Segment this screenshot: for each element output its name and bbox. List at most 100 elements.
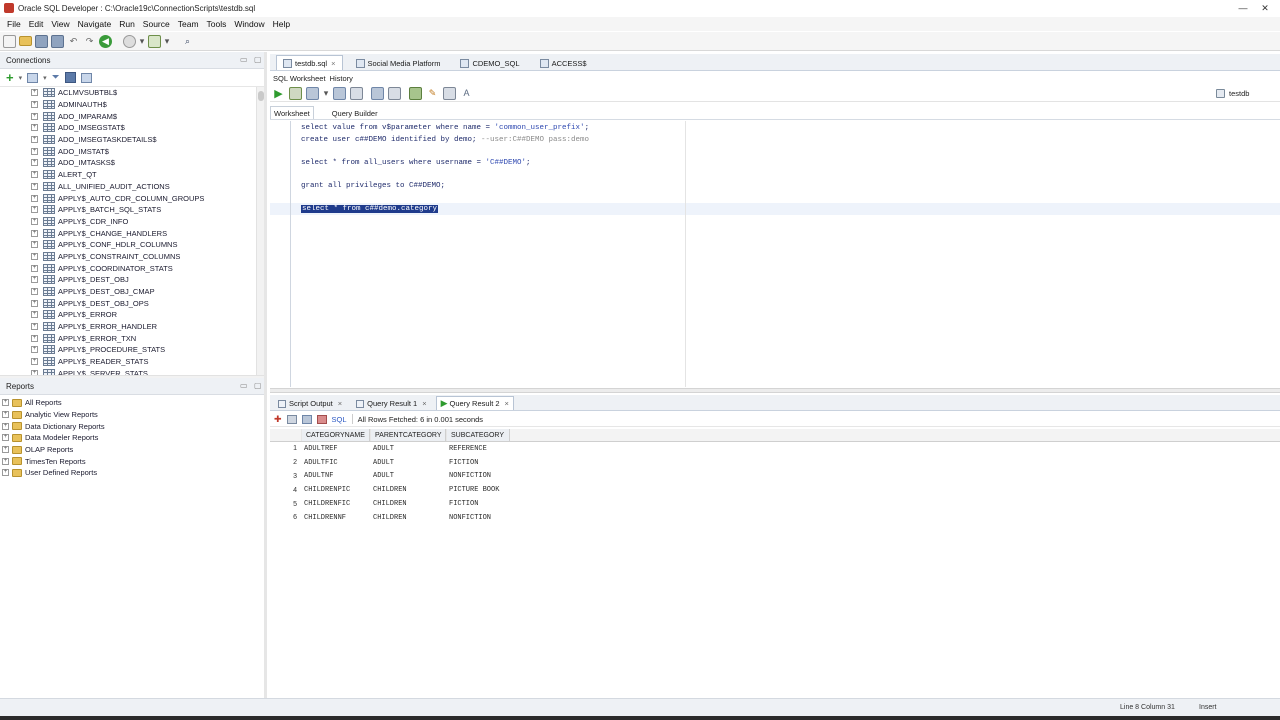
minimize-button[interactable]: — [1232,0,1254,16]
dropdown-arrow-icon[interactable]: ▾ [139,35,145,48]
menu-edit[interactable]: Edit [25,19,48,29]
binoculars-icon[interactable]: ⌕ [181,35,194,48]
tab-worksheet[interactable]: Worksheet [270,106,314,119]
close-tab-icon[interactable]: × [422,399,426,408]
tree-item[interactable]: + ALERT_QT [0,169,264,181]
tab-sql-worksheet[interactable]: SQL Worksheet [271,73,328,83]
undo-icon[interactable]: ↶ [67,35,80,48]
scroll-thumb[interactable] [258,91,264,101]
expand-icon[interactable]: + [31,311,38,319]
table-cell[interactable]: CHILDREN [369,500,445,508]
table-row[interactable]: 5 CHILDRENFIC CHILDREN FICTION [270,497,1280,511]
tree-item[interactable]: + APPLY$_DEST_OBJ_OPS [0,297,264,309]
column-header[interactable]: SUBCATEGORY [446,429,510,441]
table-row[interactable]: 3 ADULTNF ADULT NONFICTION [270,470,1280,484]
expand-icon[interactable]: + [31,147,38,155]
table-row[interactable]: 6 CHILDRENNF CHILDREN NONFICTION [270,511,1280,525]
add-connection-icon[interactable]: + [6,70,14,85]
expand-icon[interactable]: + [31,346,38,354]
tree-item[interactable]: + ALL_UNIFIED_AUDIT_ACTIONS [0,181,264,193]
filter-icon[interactable]: ⏷ [52,72,60,83]
minimize-pane-icon[interactable]: ▭ [240,381,248,390]
column-header[interactable]: CATEGORYNAME [301,429,370,441]
redo-icon[interactable]: ↷ [83,35,96,48]
print-icon[interactable] [286,414,297,424]
explain-plan-icon[interactable] [350,86,363,100]
dropdown-arrow-icon[interactable]: ▾ [323,87,329,100]
expand-icon[interactable]: + [2,469,9,477]
report-item[interactable]: + OLAP Reports [0,444,264,456]
table-cell[interactable]: NONFICTION [445,472,509,480]
format-icon[interactable]: A [460,87,473,100]
run-statement-icon[interactable]: ▶ [272,87,285,100]
refresh-icon[interactable] [301,414,312,424]
save-icon[interactable] [35,34,48,48]
report-item[interactable]: + All Reports [0,397,264,409]
close-tab-icon[interactable]: × [331,59,335,68]
tree-item[interactable]: + APPLY$_DEST_OBJ_CMAP [0,286,264,298]
table-cell[interactable]: NONFICTION [445,514,509,522]
history-icon[interactable] [443,86,456,100]
tab-access[interactable]: ACCESS$ [533,55,594,70]
expand-icon[interactable]: + [2,446,9,454]
tree-item[interactable]: + APPLY$_AUTO_CDR_COLUMN_GROUPS [0,192,264,204]
expand-icon[interactable]: + [2,422,9,430]
sql-tuning-icon[interactable] [388,86,401,100]
tree-item[interactable]: + APPLY$_READER_STATS [0,356,264,368]
tree-item[interactable]: + ADO_IMSEGTASKDETAILS$ [0,134,264,146]
report-item[interactable]: + Data Dictionary Reports [0,420,264,432]
tree-item[interactable]: + APPLY$_COORDINATOR_STATS [0,262,264,274]
expand-icon[interactable]: + [31,288,38,296]
table-cell[interactable]: ADULTREF [300,445,369,453]
expand-icon[interactable]: + [31,136,38,144]
close-tab-icon[interactable]: × [505,399,509,408]
refresh-icon[interactable] [27,72,39,83]
minimize-pane-icon[interactable]: ▭ [240,55,248,64]
tree-item[interactable]: + ADO_IMSTAT$ [0,145,264,157]
table-cell[interactable]: CHILDRENNF [300,514,369,522]
tree-item[interactable]: + ADMINAUTH$ [0,99,264,111]
expand-icon[interactable]: + [31,369,38,375]
tree-item[interactable]: + ADO_IMSEGSTAT$ [0,122,264,134]
autotrace-icon[interactable] [371,86,384,100]
tree-item[interactable]: + ADO_IMTASKS$ [0,157,264,169]
expand-icon[interactable]: + [31,124,38,132]
tab-query-result-1[interactable]: Query Result 1 × [351,396,431,410]
tree-item[interactable]: + APPLY$_ERROR [0,309,264,321]
table-cell[interactable]: PICTURE BOOK [445,486,509,494]
close-button[interactable]: ✕ [1254,0,1276,16]
expand-icon[interactable]: + [31,299,38,307]
tab-history[interactable]: History [328,74,355,83]
connection-selector[interactable]: testdb [1216,87,1276,100]
expand-icon[interactable]: + [31,276,38,284]
table-cell[interactable]: FICTION [445,500,509,508]
menu-tools[interactable]: Tools [203,19,231,29]
restore-pane-icon[interactable]: ▢ [254,381,262,390]
tree-item[interactable]: + APPLY$_CONSTRAINT_COLUMNS [0,251,264,263]
expand-icon[interactable]: + [31,182,38,190]
tab-query-result-2[interactable]: ▶ Query Result 2 × [435,396,514,410]
tree-item[interactable]: + APPLY$_DEST_OBJ [0,274,264,286]
expand-icon[interactable]: + [31,194,38,202]
expand-icon[interactable]: + [31,171,38,179]
report-item[interactable]: + Analytic View Reports [0,409,264,421]
table-cell[interactable]: ADULTFIC [300,459,369,467]
tree-item[interactable]: + ADO_IMPARAM$ [0,110,264,122]
expand-icon[interactable]: + [2,457,9,465]
new-file-icon[interactable] [3,34,16,48]
table-cell[interactable]: CHILDRENFIC [300,500,369,508]
tree-item[interactable]: + APPLY$_ERROR_HANDLER [0,321,264,333]
report-item[interactable]: + TimesTen Reports [0,455,264,467]
expand-icon[interactable]: + [31,229,38,237]
expand-icon[interactable]: + [2,411,9,419]
unshared-sql-icon[interactable] [409,86,422,100]
tree-item[interactable]: + APPLY$_ERROR_TXN [0,332,264,344]
expand-icon[interactable]: + [31,206,38,214]
editor-results-splitter[interactable] [270,388,1280,393]
table-row[interactable]: 4 CHILDRENPIC CHILDREN PICTURE BOOK [270,483,1280,497]
pin-icon[interactable]: ✚ [274,414,282,425]
rollback-icon[interactable] [333,86,346,100]
report-item[interactable]: + User Defined Reports [0,467,264,479]
sql-editor[interactable]: select value from v$parameter where name… [270,121,1280,387]
expand-icon[interactable]: + [31,334,38,342]
